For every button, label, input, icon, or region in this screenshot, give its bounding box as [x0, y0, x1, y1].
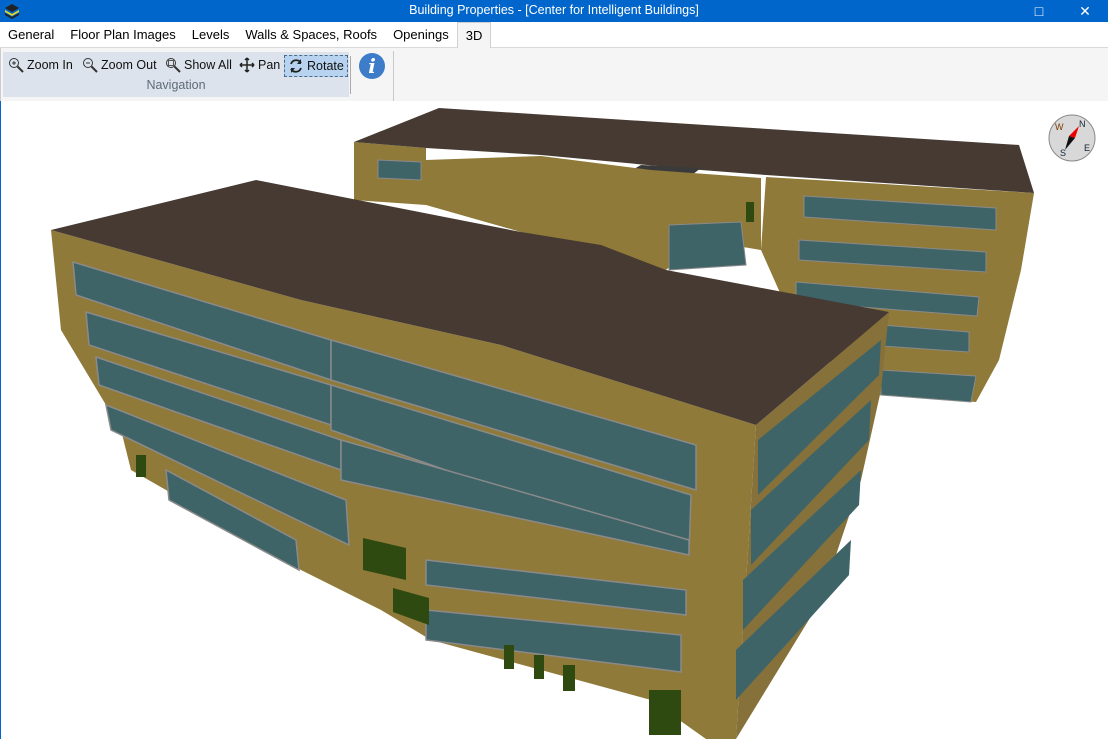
compass-e: E [1084, 143, 1090, 153]
title-bar: Building Properties - [Center for Intell… [0, 0, 1108, 22]
maximize-button[interactable]: □ [1016, 0, 1062, 22]
navigation-group-label: Navigation [146, 78, 206, 92]
pan-label: Pan [258, 58, 281, 72]
tab-levels[interactable]: Levels [184, 22, 238, 47]
info-button[interactable]: i [359, 53, 385, 79]
pan-button[interactable]: Pan [236, 55, 283, 75]
navigation-group: Zoom In Zoom Out Show All Pan Rotate Nav… [3, 52, 349, 97]
tab-openings[interactable]: Openings [385, 22, 457, 47]
zoom-in-label: Zoom In [27, 58, 73, 72]
compass-w: W [1055, 122, 1064, 132]
compass-icon[interactable]: N W E S [1048, 114, 1096, 162]
tab-floor-plan-images[interactable]: Floor Plan Images [62, 22, 184, 47]
separator [350, 56, 351, 94]
show-all-button[interactable]: Show All [162, 55, 235, 75]
tab-walls-spaces-roofs[interactable]: Walls & Spaces, Roofs [237, 22, 385, 47]
pan-icon [239, 57, 255, 73]
tab-general[interactable]: General [0, 22, 62, 47]
close-button[interactable]: ✕ [1062, 0, 1108, 22]
rotate-label: Rotate [307, 59, 344, 73]
window-title: Building Properties - [Center for Intell… [409, 3, 699, 17]
3d-viewport[interactable] [0, 101, 1108, 739]
zoom-in-icon [9, 58, 24, 73]
zoom-out-label: Zoom Out [101, 58, 157, 72]
compass-n: N [1079, 119, 1086, 129]
tab-bar: General Floor Plan Images Levels Walls &… [0, 22, 1108, 48]
rotate-icon [290, 59, 302, 73]
zoom-out-icon [83, 58, 98, 73]
show-all-label: Show All [184, 58, 232, 72]
compass-s: S [1060, 148, 1066, 158]
show-all-icon [166, 58, 181, 73]
tab-3d[interactable]: 3D [456, 22, 492, 48]
zoom-in-button[interactable]: Zoom In [5, 55, 76, 75]
separator [393, 51, 394, 101]
toolbar: Zoom In Zoom Out Show All Pan Rotate Nav… [0, 48, 1108, 101]
rotate-button[interactable]: Rotate [284, 55, 348, 77]
zoom-out-button[interactable]: Zoom Out [79, 55, 160, 75]
building-model[interactable] [1, 101, 1108, 739]
